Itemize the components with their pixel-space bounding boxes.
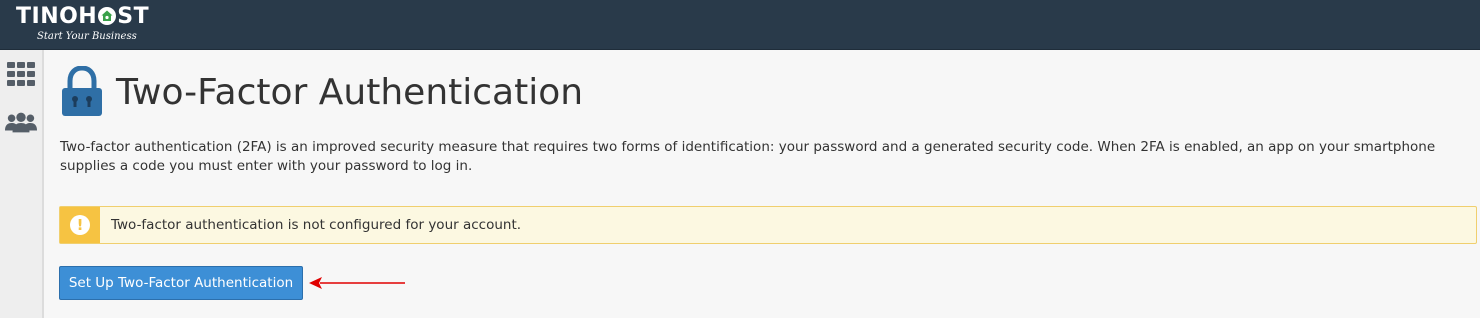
- page-header: Two-Factor Authentication: [60, 60, 583, 124]
- lock-icon: [62, 66, 102, 116]
- arrow-left-icon: [309, 277, 405, 289]
- users-icon: [5, 112, 37, 133]
- logo-o-icon: [98, 7, 117, 25]
- main-content: Two-Factor Authentication Two-factor aut…: [44, 50, 1480, 318]
- top-bar: TINOH ST Start Your Business: [0, 0, 1480, 50]
- brand-name: TINOH ST: [16, 5, 149, 29]
- warning-alert: ! Two-factor authentication is not confi…: [59, 206, 1477, 244]
- alert-icon-box: !: [60, 207, 100, 243]
- brand-name-right: ST: [117, 4, 150, 29]
- page-title: Two-Factor Authentication: [116, 71, 584, 113]
- sidebar-item-users[interactable]: [5, 108, 37, 136]
- alert-message: Two-factor authentication is not configu…: [111, 217, 522, 233]
- page-description: Two-factor authentication (2FA) is an im…: [60, 139, 1436, 174]
- brand-logo[interactable]: TINOH ST Start Your Business: [16, 2, 176, 46]
- exclamation-icon: !: [70, 215, 90, 235]
- brand-tagline: Start Your Business: [37, 31, 137, 42]
- brand-name-left: TINOH: [16, 4, 98, 29]
- sidebar-item-tools[interactable]: [5, 60, 37, 88]
- grid-icon: [7, 62, 35, 86]
- setup-2fa-button[interactable]: Set Up Two-Factor Authentication: [59, 266, 303, 300]
- sidebar: [0, 50, 44, 318]
